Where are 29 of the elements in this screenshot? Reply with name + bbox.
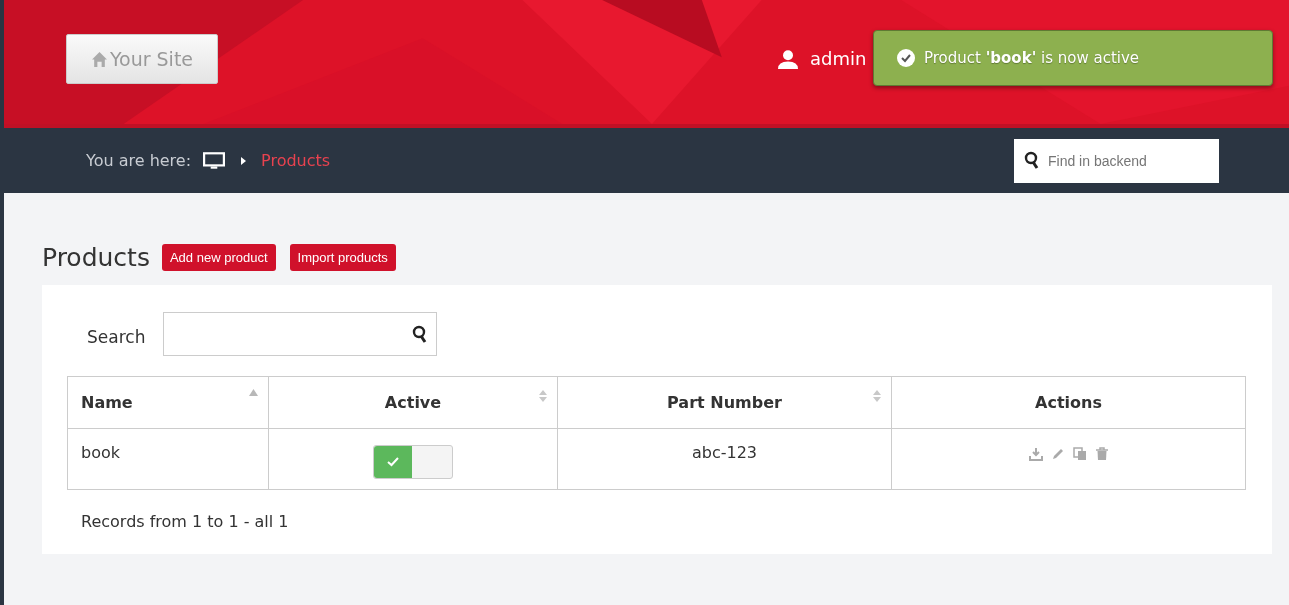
breadcrumb-label: You are here: — [86, 151, 192, 170]
column-header[interactable]: Part Number — [557, 376, 892, 429]
action-button[interactable]: Add new product — [161, 243, 276, 271]
action-button[interactable]: Import products — [289, 243, 396, 271]
user-name[interactable]: admin — [810, 48, 867, 69]
search-field[interactable] — [163, 312, 438, 356]
table-cell: abc-123 — [557, 428, 892, 490]
column-header[interactable]: Active — [268, 376, 558, 429]
active-toggle[interactable] — [373, 445, 453, 479]
column-header[interactable]: Name — [67, 376, 269, 429]
user-icon — [778, 48, 798, 69]
search-icon — [412, 325, 429, 343]
records-summary: Records from 1 to 1 - all 1 — [81, 512, 290, 531]
pencil-icon[interactable] — [1050, 447, 1065, 461]
backend-search-field[interactable]: Find in backend — [1014, 138, 1219, 183]
download-icon[interactable] — [1028, 447, 1043, 461]
table-cell: book — [67, 428, 269, 490]
toast-message: Product 'book' is now active — [924, 49, 1140, 67]
monitor-icon[interactable] — [203, 151, 226, 170]
caret-icon — [241, 156, 248, 165]
home-icon — [90, 50, 108, 68]
copy-icon[interactable] — [1072, 447, 1087, 461]
column-header[interactable]: Actions — [891, 376, 1246, 429]
breadcrumb-link[interactable]: Products — [261, 151, 331, 170]
page-title: Products — [42, 242, 150, 272]
check-icon — [896, 48, 916, 68]
search-icon — [1024, 150, 1040, 169]
search-label: Search — [87, 327, 146, 347]
trash-icon[interactable] — [1094, 447, 1109, 461]
